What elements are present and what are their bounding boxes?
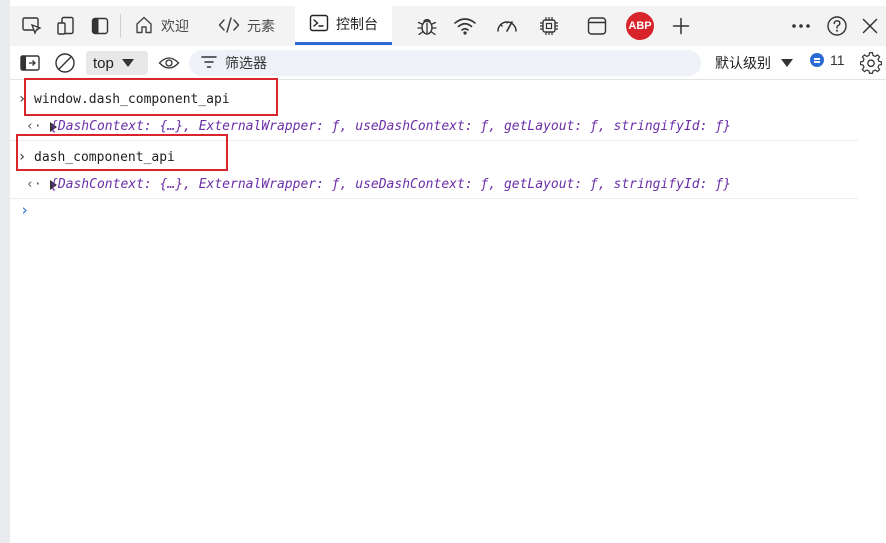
chevron-down-icon bbox=[781, 59, 793, 67]
clear-console-icon[interactable] bbox=[52, 46, 78, 80]
result-arrow-icon: ‹· bbox=[10, 177, 57, 192]
show-sidebar-icon[interactable] bbox=[18, 46, 42, 80]
console-output-text[interactable]: {DashContext: {…}, ExternalWrapper: ƒ, u… bbox=[50, 119, 731, 134]
network-wifi-icon[interactable] bbox=[450, 6, 480, 46]
live-expression-eye-icon[interactable] bbox=[156, 46, 182, 80]
memory-chip-icon[interactable] bbox=[534, 6, 564, 46]
bug-icon[interactable] bbox=[412, 6, 442, 46]
log-level-label: 默认级别 bbox=[715, 55, 771, 71]
add-tab-icon[interactable] bbox=[666, 6, 696, 46]
log-level-dropdown[interactable]: 默认级别 bbox=[715, 52, 793, 74]
inspect-icon[interactable] bbox=[18, 6, 46, 46]
tab-welcome[interactable]: 欢迎 bbox=[134, 6, 189, 46]
divider bbox=[120, 14, 121, 38]
device-emulation-icon[interactable] bbox=[52, 6, 80, 46]
dock-icon[interactable] bbox=[86, 6, 114, 46]
console-prompt-caret[interactable]: › bbox=[20, 201, 29, 219]
console-toolbar: top 默认级别 11 bbox=[10, 46, 886, 80]
tab-label: 控制台 bbox=[336, 16, 378, 32]
highlight-box bbox=[24, 78, 278, 116]
performance-gauge-icon[interactable] bbox=[492, 6, 522, 46]
abp-adblock-icon[interactable]: ABP bbox=[624, 6, 656, 46]
console-icon bbox=[309, 13, 329, 36]
result-arrow-icon: ‹· bbox=[10, 119, 57, 134]
code-icon bbox=[218, 16, 240, 37]
tab-console[interactable]: 控制台 bbox=[295, 6, 392, 45]
console-output-text[interactable]: {DashContext: {…}, ExternalWrapper: ƒ, u… bbox=[50, 177, 731, 192]
tab-label: 元素 bbox=[247, 18, 275, 34]
home-icon bbox=[134, 15, 154, 38]
message-count[interactable]: 11 bbox=[810, 52, 845, 68]
help-icon[interactable] bbox=[822, 6, 852, 46]
tab-elements[interactable]: 元素 bbox=[218, 6, 275, 46]
filter-box[interactable] bbox=[189, 50, 701, 76]
filter-input[interactable] bbox=[225, 55, 665, 71]
close-icon[interactable] bbox=[856, 6, 884, 46]
context-selector[interactable]: top bbox=[86, 51, 148, 75]
application-panel-icon[interactable] bbox=[582, 6, 612, 46]
message-bubble-icon bbox=[810, 53, 824, 67]
filter-icon bbox=[201, 55, 217, 72]
abp-badge: ABP bbox=[626, 12, 654, 40]
devtools-tab-strip: 欢迎 元素 控制台 ABP bbox=[10, 6, 886, 46]
message-count-value: 11 bbox=[830, 52, 845, 68]
settings-gear-icon[interactable] bbox=[858, 46, 884, 80]
highlight-box bbox=[16, 134, 228, 171]
tab-label: 欢迎 bbox=[161, 18, 189, 34]
more-icon[interactable] bbox=[786, 6, 816, 46]
console-output-row[interactable]: ‹· {DashContext: {…}, ExternalWrapper: ƒ… bbox=[10, 171, 858, 199]
chevron-down-icon bbox=[121, 59, 134, 67]
context-value: top bbox=[93, 54, 114, 72]
